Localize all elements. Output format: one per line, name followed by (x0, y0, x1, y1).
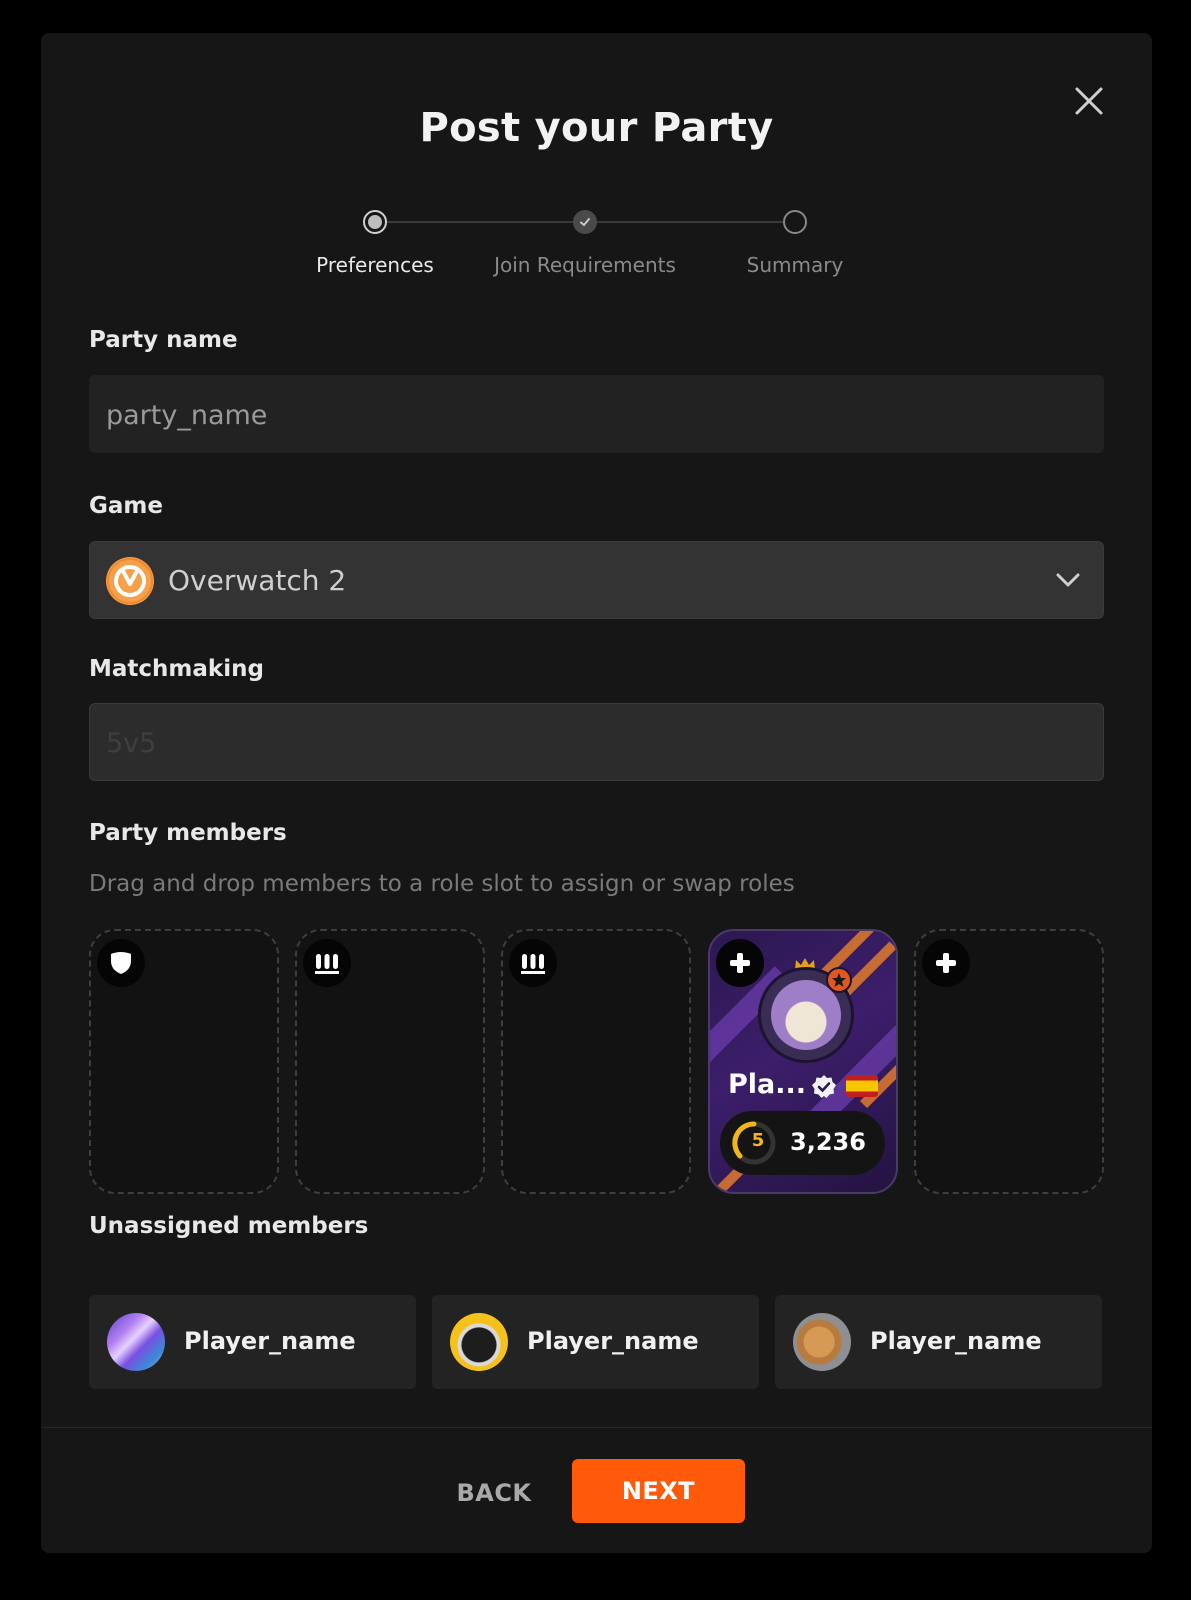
unassigned-member[interactable]: Player_name (89, 1295, 416, 1389)
unassigned-members-label: Unassigned members (89, 1213, 369, 1239)
player-rating: 3,236 (790, 1128, 866, 1156)
player-level: 5 (751, 1130, 765, 1151)
step-indicator-join-requirements (573, 210, 597, 234)
back-button[interactable]: BACK (449, 1473, 539, 1513)
step-label-join-requirements: Join Requirements (494, 253, 676, 277)
member-name: Player_name (527, 1327, 699, 1355)
unassigned-member[interactable]: Player_name (432, 1295, 759, 1389)
step-indicator-summary (783, 210, 807, 234)
modal-title: Post your Party (419, 105, 774, 151)
matchmaking-label: Matchmaking (89, 656, 264, 682)
step-connector (387, 221, 573, 223)
matchmaking-input: 5v5 (89, 703, 1104, 781)
avatar (793, 1313, 851, 1371)
party-members-label: Party members (89, 820, 287, 846)
avatar (107, 1313, 165, 1371)
stepper: Preferences Join Requirements Summary (41, 173, 1152, 277)
ammo-icon (303, 939, 351, 987)
member-name: Player_name (870, 1327, 1042, 1355)
ammo-icon (509, 939, 557, 987)
member-name: Player_name (184, 1327, 356, 1355)
game-name: Overwatch 2 (168, 564, 347, 597)
plus-icon (922, 939, 970, 987)
unassigned-member[interactable]: Player_name (775, 1295, 1102, 1389)
party-name-input[interactable]: party_name (89, 375, 1104, 453)
star-icon (826, 967, 852, 993)
player-name: Pla... (728, 1069, 807, 1100)
plus-icon (716, 939, 764, 987)
step-indicator-preferences (363, 210, 387, 234)
next-button[interactable]: NEXT (572, 1459, 745, 1523)
party-name-label: Party name (89, 327, 238, 353)
role-slot-tank[interactable] (89, 929, 279, 1194)
spain-flag-icon (846, 1075, 878, 1097)
party-members-hint: Drag and drop members to a role slot to … (89, 871, 795, 897)
game-label: Game (89, 493, 163, 519)
overwatch-icon (106, 557, 154, 605)
rating-badge: 5 3,236 (720, 1111, 885, 1175)
role-slot-flex[interactable] (914, 929, 1104, 1194)
player-card[interactable]: Pla... 5 3,236 (708, 929, 898, 1194)
shield-icon (97, 939, 145, 987)
step-label-preferences: Preferences (316, 253, 434, 277)
avatar (450, 1313, 508, 1371)
role-slot-damage[interactable] (295, 929, 485, 1194)
game-select[interactable]: Overwatch 2 (89, 541, 1104, 619)
step-label-summary: Summary (746, 253, 844, 277)
footer-divider (41, 1427, 1152, 1428)
check-icon (580, 218, 590, 227)
verified-icon (812, 1075, 836, 1098)
role-slot-damage[interactable] (501, 929, 691, 1194)
chevron-down-icon (1056, 573, 1080, 587)
post-party-modal: Post your Party Preferences Join Require… (41, 33, 1152, 1553)
step-connector (597, 221, 783, 223)
close-icon[interactable] (1071, 83, 1107, 119)
